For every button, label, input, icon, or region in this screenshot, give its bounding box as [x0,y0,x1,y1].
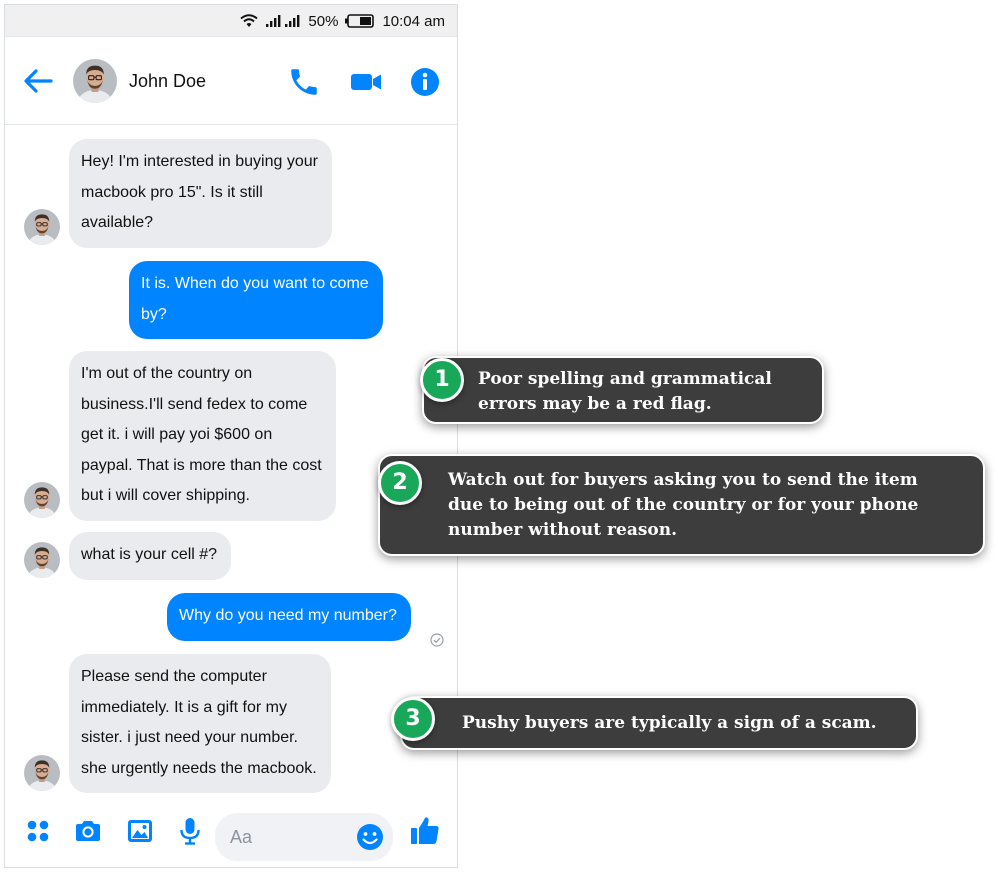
tip-number-badge: 1 [420,358,464,402]
incoming-message-bubble: I'm out of the country on business.I'll … [69,351,336,521]
status-time: 10:04 am [382,12,445,30]
conversation-header: John Doe [5,37,457,125]
back-arrow-icon[interactable] [21,65,55,97]
tip-callout-2: Watch out for buyers asking you to send … [378,454,985,556]
microphone-icon[interactable] [175,816,205,846]
contact-name[interactable]: John Doe [129,71,206,92]
tip-callout-text: Pushy buyers are typically a sign of a s… [462,713,877,733]
battery-percent: 50% [308,12,339,30]
apps-grid-icon[interactable] [23,816,53,846]
camera-icon[interactable] [73,816,103,846]
info-icon[interactable] [408,65,442,99]
tip-number-badge: 3 [391,697,435,741]
messenger-phone-screen: 50% 10:04 am John Doe Hey! I'm intereste… [4,4,458,868]
contact-avatar[interactable] [73,59,117,103]
incoming-message-bubble: what is your cell #? [69,532,232,580]
thumbs-up-icon[interactable] [409,814,439,844]
emoji-icon[interactable] [355,822,385,852]
seen-check-icon [430,633,444,647]
contact-avatar-small [24,209,60,245]
tip-callout-text: Watch out for buyers asking you to send … [448,470,919,540]
signal-icon [265,14,301,28]
contact-avatar-small [24,542,60,578]
contact-avatar-small [24,755,60,791]
status-bar: 50% 10:04 am [5,5,457,37]
tip-number-badge: 2 [378,461,422,505]
incoming-message-bubble: Please send the computer immediately. It… [69,654,331,793]
contact-avatar-small [24,482,60,518]
tip-callout-text: Poor spelling and grammatical errors may… [478,369,772,414]
photo-icon[interactable] [125,816,155,846]
message-input[interactable]: Aa [215,813,393,861]
video-camera-icon[interactable] [349,65,383,99]
message-input-placeholder: Aa [230,827,253,847]
wifi-icon [240,14,259,28]
outgoing-message-bubble: Why do you need my number? [167,593,411,641]
incoming-message-bubble: Hey! I'm interested in buying your macbo… [69,139,332,248]
outgoing-message-bubble: It is. When do you want to come by? [129,261,383,339]
battery-icon [345,14,375,28]
tip-callout-3: Pushy buyers are typically a sign of a s… [400,696,918,750]
tip-callout-1: Poor spelling and grammatical errors may… [422,356,824,424]
phone-call-icon[interactable] [287,65,321,99]
